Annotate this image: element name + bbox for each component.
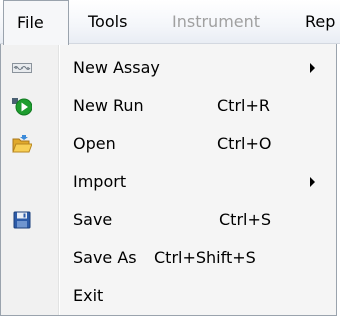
menu-item-import[interactable]: Import <box>1 163 336 201</box>
file-menu-dropdown: New Assay New Run Ctrl+R Open Ctrl+O Imp… <box>0 44 337 316</box>
menu-instrument: Instrument <box>172 12 261 31</box>
menu-item-shortcut: Ctrl+R <box>217 96 270 115</box>
menu-bar: File Tools Instrument Rep <box>0 0 340 45</box>
submenu-arrow-icon <box>310 177 315 187</box>
menu-item-open[interactable]: Open Ctrl+O <box>1 125 336 163</box>
menu-item-label: New Run <box>73 96 144 115</box>
open-folder-icon <box>12 135 32 153</box>
menu-item-label: Save <box>73 210 113 229</box>
menu-item-new-assay[interactable]: New Assay <box>1 49 336 87</box>
menu-reports[interactable]: Rep <box>305 0 340 44</box>
menu-item-shortcut: Ctrl+S <box>219 210 272 229</box>
assay-icon <box>12 63 32 73</box>
menu-file[interactable]: File <box>3 0 69 45</box>
run-icon <box>12 98 32 116</box>
menu-item-new-run[interactable]: New Run Ctrl+R <box>1 87 336 125</box>
menu-item-save[interactable]: Save Ctrl+S <box>1 201 336 239</box>
menu-item-label: Import <box>73 172 127 191</box>
menu-item-label: Exit <box>73 286 104 305</box>
menu-item-shortcut: Ctrl+O <box>217 134 272 153</box>
submenu-arrow-icon <box>310 63 315 73</box>
menu-tools[interactable]: Tools <box>88 0 127 44</box>
menu-item-label: Save As <box>73 248 137 267</box>
menu-item-save-as[interactable]: Save As Ctrl+Shift+S <box>1 239 336 277</box>
menu-item-shortcut: Ctrl+Shift+S <box>154 248 256 267</box>
menu-item-label: Open <box>73 134 116 153</box>
menu-item-exit[interactable]: Exit <box>1 277 336 315</box>
save-disk-icon <box>13 211 31 229</box>
menu-item-label: New Assay <box>73 58 160 77</box>
